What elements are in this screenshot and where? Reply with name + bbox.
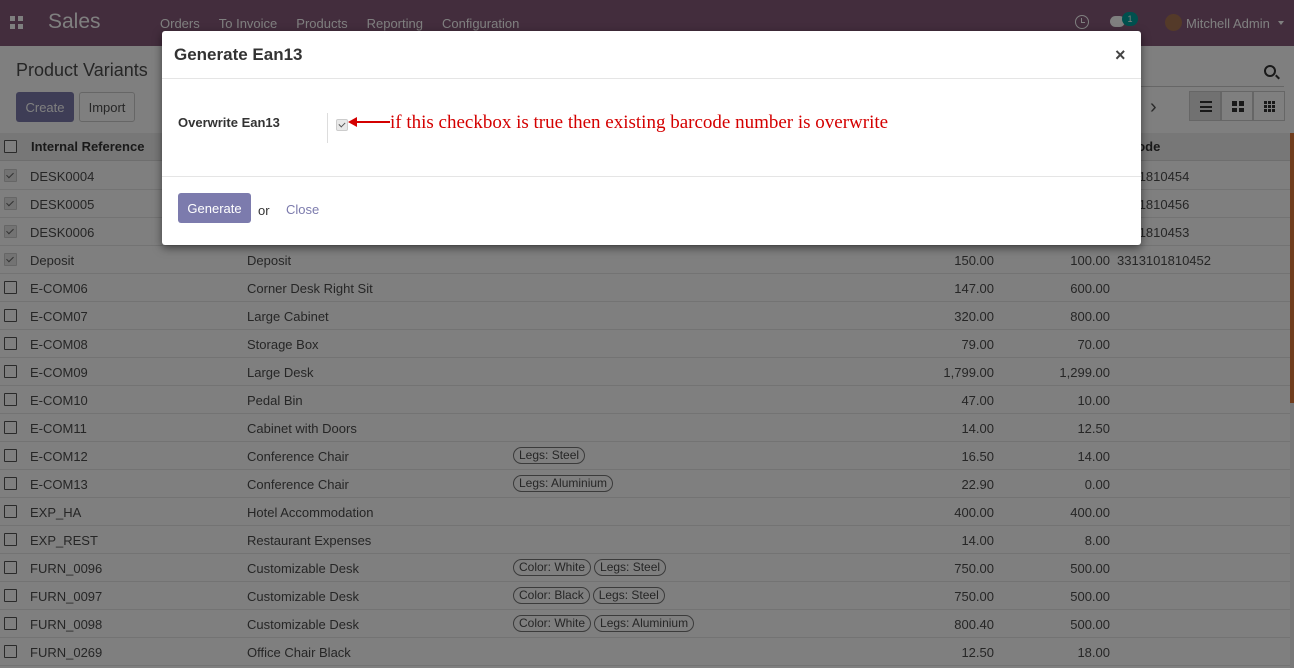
annotation-text: if this checkbox is true then existing b… — [390, 112, 889, 133]
modal-body: Overwrite Ean13 if this checkbox is true… — [162, 79, 1141, 177]
close-icon[interactable]: × — [1115, 45, 1126, 66]
modal-title: Generate Ean13 — [174, 45, 303, 64]
overwrite-ean13-label: Overwrite Ean13 — [178, 115, 280, 130]
field-divider — [327, 113, 328, 143]
or-text: or — [258, 203, 270, 218]
close-link[interactable]: Close — [286, 202, 319, 217]
generate-ean13-dialog: Generate Ean13 × Overwrite Ean13 if this… — [162, 31, 1141, 245]
modal-footer: Generate or Close — [162, 177, 1141, 245]
overwrite-ean13-checkbox[interactable] — [336, 119, 348, 131]
arrow-icon — [348, 117, 390, 127]
modal-header: Generate Ean13 × — [162, 31, 1141, 79]
generate-button[interactable]: Generate — [178, 193, 251, 223]
